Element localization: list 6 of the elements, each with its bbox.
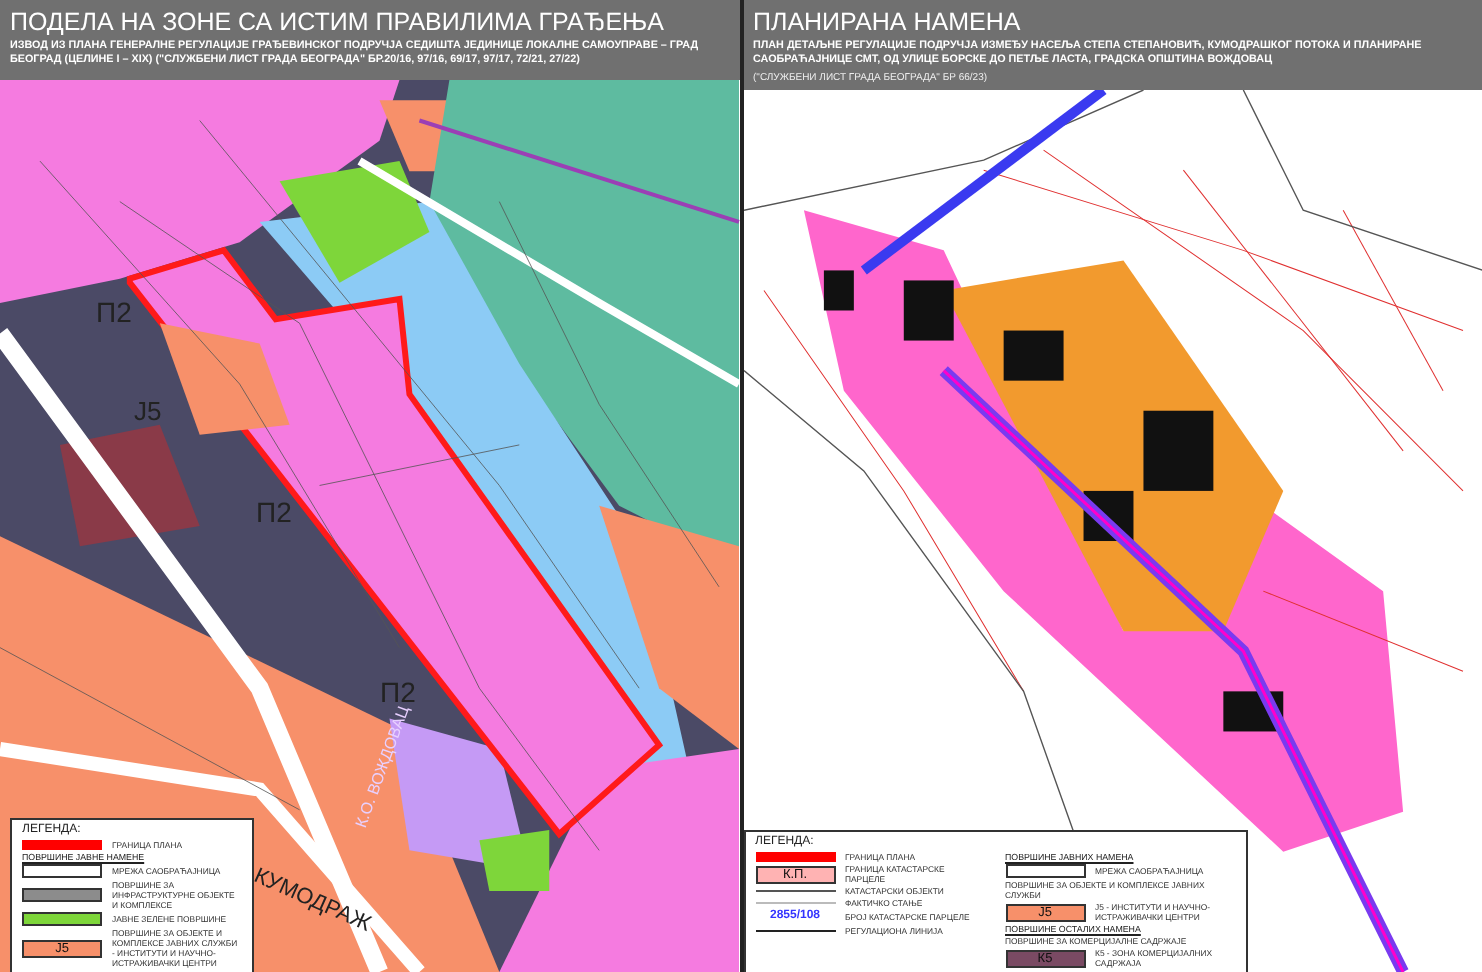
map-title: ПЛАНИРАНА НАМЕНА	[753, 8, 1023, 36]
zone-label: Ј5	[134, 396, 162, 426]
zone-label: П2	[380, 676, 416, 708]
zone-label: П2	[256, 496, 292, 528]
zone-label: П2	[96, 296, 132, 328]
map-title: ПОДЕЛА НА ЗОНЕ СА ИСТИМ ПРАВИЛИМА ГРАЂЕЊА	[10, 8, 666, 36]
